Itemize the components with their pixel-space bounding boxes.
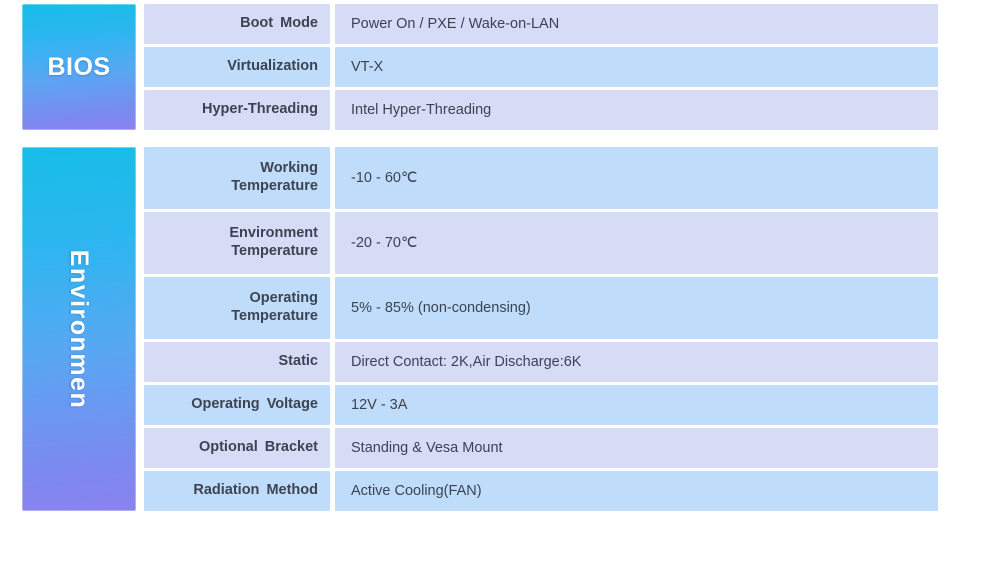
row-label-operating-voltage: Operating Voltage	[144, 385, 330, 425]
row-label-line: Boot Mode	[240, 15, 318, 32]
table-row: Hyper-Threading Intel Hyper-Threading	[144, 90, 938, 130]
spec-section-environment: Environmen Working Temperature -10 - 60℃…	[22, 147, 938, 511]
row-label-operating-temperature: Operating Temperature	[144, 277, 330, 339]
table-row: Optional Bracket Standing & Vesa Mount	[144, 428, 938, 468]
row-label-line: Temperature	[231, 243, 318, 259]
row-value-environment-temperature: -20 - 70℃	[335, 212, 938, 274]
table-row: Environment Temperature -20 - 70℃	[144, 212, 938, 274]
row-value-optional-bracket: Standing & Vesa Mount	[335, 428, 938, 468]
row-value-operating-temperature: 5% - 85% (non-condensing)	[335, 277, 938, 339]
table-row: Boot Mode Power On / PXE / Wake-on-LAN	[144, 4, 938, 44]
row-label-line: Working	[260, 160, 318, 177]
row-label-working-temperature: Working Temperature	[144, 147, 330, 209]
row-label-line: Optional Bracket	[198, 439, 318, 456]
table-row: Operating Temperature 5% - 85% (non-cond…	[144, 277, 938, 339]
rows-container-environment: Working Temperature -10 - 60℃ Environmen…	[144, 147, 938, 511]
category-label-environment: Environmen	[65, 249, 94, 409]
category-cell-environment: Environmen	[22, 147, 136, 511]
row-label-line: Temperature	[231, 308, 318, 324]
row-label-radiation-method: Radiation Method	[144, 471, 330, 511]
row-label-line: Operating	[249, 290, 318, 307]
specification-table-page: BIOS Boot Mode Power On / PXE / Wake-on-…	[0, 0, 985, 561]
rows-container-bios: Boot Mode Power On / PXE / Wake-on-LAN V…	[144, 4, 938, 130]
row-label-hyper-threading: Hyper-Threading	[144, 90, 330, 130]
row-label-optional-bracket: Optional Bracket	[144, 428, 330, 468]
row-label-static: Static	[144, 342, 330, 382]
table-row: Working Temperature -10 - 60℃	[144, 147, 938, 209]
row-label-line: Temperature	[231, 178, 318, 194]
row-value-working-temperature: -10 - 60℃	[335, 147, 938, 209]
row-value-boot-mode: Power On / PXE / Wake-on-LAN	[335, 4, 938, 44]
table-row: Static Direct Contact: 2K,Air Discharge:…	[144, 342, 938, 382]
row-value-hyper-threading: Intel Hyper-Threading	[335, 90, 938, 130]
row-value-radiation-method: Active Cooling(FAN)	[335, 471, 938, 511]
row-label-line: Virtualization	[227, 58, 318, 75]
table-row: Radiation Method Active Cooling(FAN)	[144, 471, 938, 511]
row-label-line: Static	[278, 353, 319, 370]
row-label-environment-temperature: Environment Temperature	[144, 212, 330, 274]
category-label-bios: BIOS	[47, 52, 111, 81]
spec-section-bios: BIOS Boot Mode Power On / PXE / Wake-on-…	[22, 4, 938, 130]
row-label-line: Operating Voltage	[191, 396, 318, 413]
table-row: Virtualization VT-X	[144, 47, 938, 87]
row-value-static: Direct Contact: 2K,Air Discharge:6K	[335, 342, 938, 382]
category-cell-bios: BIOS	[22, 4, 136, 130]
row-value-operating-voltage: 12V - 3A	[335, 385, 938, 425]
row-label-line: Radiation Method	[193, 482, 318, 499]
row-label-virtualization: Virtualization	[144, 47, 330, 87]
row-label-line: Hyper-Threading	[201, 101, 318, 118]
table-row: Operating Voltage 12V - 3A	[144, 385, 938, 425]
row-label-boot-mode: Boot Mode	[144, 4, 330, 44]
row-label-line: Environment	[229, 225, 318, 242]
row-value-virtualization: VT-X	[335, 47, 938, 87]
